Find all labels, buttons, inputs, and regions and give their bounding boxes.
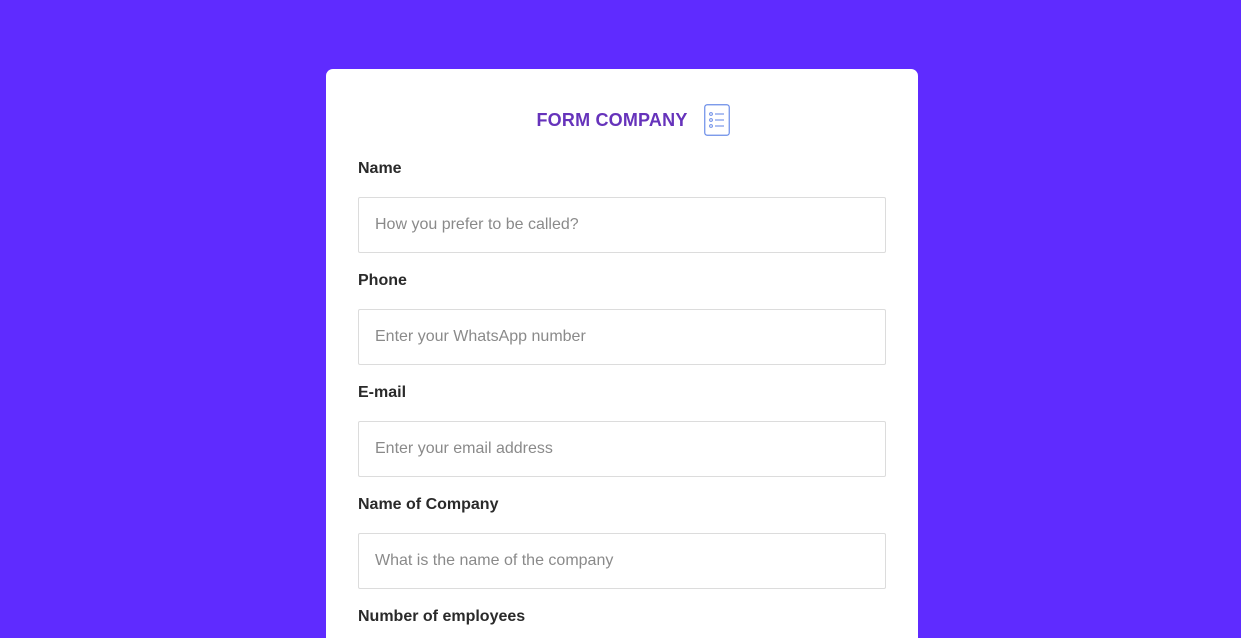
company-name-input[interactable]	[358, 533, 886, 589]
phone-label: Phone	[358, 272, 407, 289]
name-label: Name	[358, 160, 402, 177]
form-card: FORM COMPANY Name Phone E-mail Name of C…	[326, 69, 918, 638]
phone-input[interactable]	[358, 309, 886, 365]
form-header: FORM COMPANY	[326, 104, 918, 136]
employees-label: Number of employees	[358, 608, 526, 625]
company-name-label: Name of Company	[358, 496, 499, 513]
email-input[interactable]	[358, 421, 886, 477]
email-label: E-mail	[358, 384, 407, 401]
list-form-icon	[703, 104, 730, 136]
form-title: FORM COMPANY	[536, 109, 688, 130]
name-input[interactable]	[358, 197, 886, 253]
